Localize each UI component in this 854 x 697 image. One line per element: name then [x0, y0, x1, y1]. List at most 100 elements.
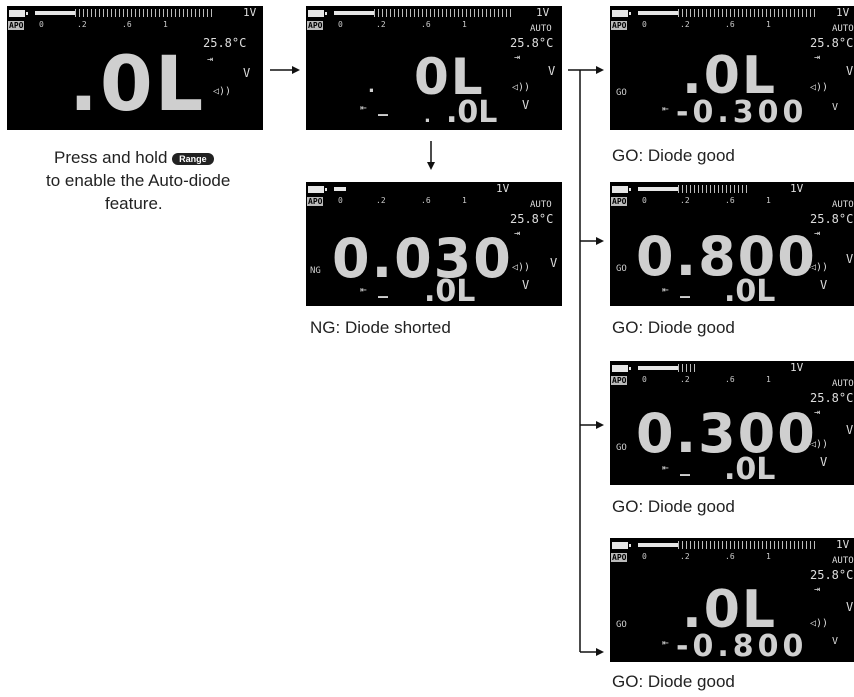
scale-1: 1 [766, 20, 771, 29]
temperature: 25.8°C [810, 568, 854, 582]
go-tag: GO [616, 443, 627, 453]
sub-unit-v: V [522, 278, 530, 292]
range-label: 1V [790, 182, 804, 195]
secondary-reading: .0L [424, 274, 476, 306]
range-label: 1V [496, 182, 510, 195]
sub-dash: _ [680, 452, 690, 476]
scale-6: .6 [725, 20, 735, 29]
go-caption-1: GO: Diode good [612, 146, 735, 165]
diode-small-icon: ⇤ [662, 102, 669, 115]
auto-indicator: AUTO [832, 379, 854, 389]
go-tag: GO [616, 620, 627, 630]
unit-v: V [846, 64, 854, 78]
go-tag: GO [616, 264, 627, 274]
scale-0: 0 [338, 20, 343, 29]
sub-unit-v: V [832, 636, 839, 647]
primary-dot: . [368, 76, 375, 97]
temperature: 25.8°C [810, 212, 854, 226]
battery-icon [612, 542, 631, 549]
diode-icon: ⇥ [814, 52, 821, 63]
lcd-panel-go-300: 1V APO 0 .2 .6 1 AUTO 25.8°C ⇥ V ◁)) V G… [610, 361, 854, 485]
continuity-icon: ◁)) [810, 82, 829, 93]
diode-icon: ⇥ [207, 54, 214, 65]
battery-icon [612, 365, 631, 372]
lcd-panel-go-800: 1V APO 0 .2 .6 1 AUTO 25.8°C ⇥ V ◁)) V G… [610, 182, 854, 306]
scale-2: .2 [376, 196, 386, 205]
bargraph [35, 9, 215, 17]
scale-2: .2 [680, 375, 690, 384]
bargraph [638, 9, 818, 17]
range-label: 1V [790, 361, 804, 374]
range-label: 1V [243, 6, 257, 19]
apo-indicator: APO [611, 21, 628, 30]
battery-icon [612, 186, 631, 193]
bargraph [334, 185, 346, 193]
apo-indicator: APO [307, 21, 324, 30]
ng-tag: NG [310, 266, 321, 276]
scale-6: .6 [725, 196, 735, 205]
diode-small-icon: ⇤ [662, 636, 669, 649]
scale-2: .2 [680, 552, 690, 561]
range-label: 1V [836, 538, 850, 551]
sub-unit-v: V [820, 278, 828, 292]
auto-indicator: AUTO [530, 24, 552, 34]
temperature: 25.8°C [510, 212, 554, 226]
sub-dash: _ [378, 92, 388, 116]
battery-icon [612, 10, 631, 17]
lcd-panel-auto-diode: 1V APO 0 .2 .6 1 AUTO 25.8°C ⇥ V ◁)) V 0… [306, 6, 562, 130]
unit-v: V [846, 423, 854, 437]
continuity-icon: ◁)) [512, 262, 531, 273]
diode-small-icon: ⇤ [662, 461, 669, 474]
scale-2: .2 [376, 20, 386, 29]
press-hold-line1: Press and hold Range [54, 148, 214, 168]
bargraph [638, 541, 818, 549]
primary-reading: .0L [69, 39, 206, 128]
scale-2: .2 [680, 196, 690, 205]
secondary-reading: .0L [724, 452, 776, 485]
scale-1: 1 [462, 20, 467, 29]
sub-unit-v: V [832, 102, 839, 113]
press-hold-text: Press and hold [54, 148, 168, 167]
scale-1: 1 [462, 196, 467, 205]
secondary-reading: .0L [724, 274, 776, 306]
temperature: 25.8°C [203, 36, 247, 50]
scale-0: 0 [39, 20, 44, 29]
sub-unit-v: V [522, 98, 530, 112]
scale-2: .2 [680, 20, 690, 29]
unit-v: V [243, 66, 251, 80]
scale-0: 0 [642, 375, 647, 384]
diode-small-icon: ⇤ [360, 101, 367, 114]
scale-0: 0 [642, 196, 647, 205]
lcd-panel-initial: 1V APO 0 .2 .6 1 25.8°C ⇥ V ◁)) .0L [7, 6, 263, 130]
scale-6: .6 [421, 196, 431, 205]
apo-indicator: APO [8, 21, 25, 30]
secondary-reading: -0.800 [676, 629, 808, 662]
temperature: 25.8°C [510, 36, 554, 50]
scale-0: 0 [642, 552, 647, 561]
diode-small-icon: ⇤ [360, 283, 367, 296]
auto-indicator: AUTO [530, 200, 552, 210]
scale-1: 1 [766, 375, 771, 384]
press-hold-line2: to enable the Auto-diode [46, 171, 231, 190]
continuity-icon: ◁)) [213, 86, 232, 97]
secondary-reading: .0L [446, 95, 498, 130]
sub-dot: . [424, 106, 431, 127]
press-hold-line3: feature. [105, 194, 163, 213]
range-label: 1V [536, 6, 550, 19]
diode-small-icon: ⇤ [662, 283, 669, 296]
temperature: 25.8°C [810, 36, 854, 50]
bargraph [334, 9, 514, 17]
bargraph [638, 185, 750, 193]
primary-reading: 0.030 [332, 227, 513, 290]
go-tag: GO [616, 88, 627, 98]
battery-icon [308, 10, 327, 17]
go-caption-2: GO: Diode good [612, 318, 735, 337]
continuity-icon: ◁)) [512, 82, 531, 93]
unit-v: V [550, 256, 558, 270]
go-caption-3: GO: Diode good [612, 497, 735, 516]
apo-indicator: APO [611, 376, 628, 385]
apo-indicator: APO [611, 197, 628, 206]
sub-dash: _ [378, 274, 388, 298]
sub-dash: _ [680, 274, 690, 298]
lcd-panel-go-reverse-300: 1V APO 0 .2 .6 1 AUTO 25.8°C ⇥ V ◁)) GO … [610, 6, 854, 130]
